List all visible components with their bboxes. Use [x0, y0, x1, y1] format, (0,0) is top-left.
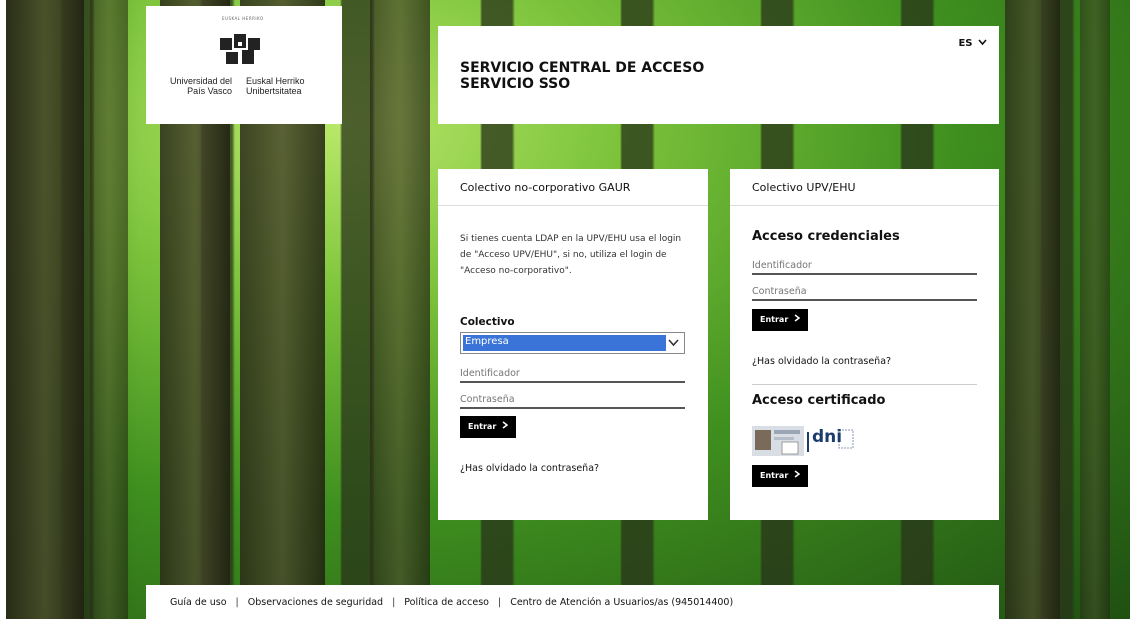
password-input[interactable]	[460, 391, 685, 409]
colectivo-selected-value: Empresa	[463, 335, 666, 351]
colectivo-label: Colectivo	[460, 316, 515, 328]
colectivo-select[interactable]: Empresa	[460, 332, 685, 354]
university-logo[interactable]: EUSKAL HERRIKO Universidad del País Vasc…	[146, 6, 342, 124]
background-trunk	[370, 0, 430, 619]
non-corporate-login-card: Colectivo no-corporativo GAUR Si tienes …	[438, 169, 708, 520]
certificate-title: Acceso certificado	[752, 393, 886, 408]
submit-button-label: Entrar	[760, 315, 789, 324]
divider	[752, 384, 977, 385]
password-input[interactable]	[752, 283, 977, 301]
page-title: SERVICIO CENTRAL DE ACCESO SERVICIO SSO	[460, 60, 704, 92]
dni-logo-text: dni	[812, 427, 843, 447]
language-label: ES	[958, 38, 973, 49]
submit-button[interactable]: Entrar	[752, 309, 809, 331]
page-title-line2: SERVICIO SSO	[460, 76, 571, 92]
footer-link-security[interactable]: Observaciones de seguridad	[248, 597, 383, 608]
upv-ehu-login-card: Colectivo UPV/EHU Acceso credenciales En…	[730, 169, 999, 520]
background-trunk	[1005, 0, 1060, 619]
logo-small-text: EUSKAL HERRIKO	[222, 16, 264, 21]
identifier-input[interactable]	[752, 257, 977, 275]
logo-text-spanish: Universidad del País Vasco	[169, 76, 232, 96]
submit-button-label: Entrar	[760, 471, 789, 480]
footer-link-guide[interactable]: Guía de uso	[170, 597, 227, 608]
forgot-password-link[interactable]: ¿Has olvidado la contraseña?	[460, 463, 599, 474]
page-footer: Guía de uso | Observaciones de seguridad | P…	[146, 585, 999, 619]
dni-card-icon: dni	[752, 422, 857, 456]
page-header: SERVICIO CENTRAL DE ACCESO SERVICIO SSO …	[438, 26, 999, 124]
footer-separator: |	[235, 597, 239, 608]
footer-link-access-policy[interactable]: Política de acceso	[404, 597, 489, 608]
chevron-right-icon	[502, 421, 509, 429]
chevron-down-icon	[978, 39, 987, 46]
certificate-submit-button[interactable]: Entrar	[752, 465, 809, 487]
background-trunk	[6, 0, 84, 619]
card-title: Colectivo UPV/EHU	[730, 169, 999, 206]
identifier-input[interactable]	[460, 365, 685, 383]
submit-button-label: Entrar	[468, 422, 497, 431]
credentials-title: Acceso credenciales	[752, 229, 900, 244]
university-emblem-icon	[220, 34, 260, 64]
language-selector[interactable]: ES	[958, 38, 987, 49]
login-info-text: Si tienes cuenta LDAP en la UPV/EHU usa …	[460, 234, 682, 276]
forgot-password-link[interactable]: ¿Has olvidado la contraseña?	[752, 356, 891, 367]
background-trunk	[1080, 0, 1110, 619]
submit-button[interactable]: Entrar	[460, 416, 517, 438]
chevron-right-icon	[794, 470, 801, 478]
footer-separator: |	[497, 597, 502, 608]
chevron-down-icon	[668, 339, 679, 347]
background-trunk	[90, 0, 128, 619]
footer-link-support-center[interactable]: Centro de Atención a Usuarios/as (945014…	[510, 597, 733, 608]
card-title: Colectivo no-corporativo GAUR	[438, 169, 708, 206]
logo-text-basque: Euskal Herriko Unibertsitatea	[246, 76, 305, 96]
page-title-line1: SERVICIO CENTRAL DE ACCESO	[460, 60, 705, 76]
footer-separator: |	[392, 597, 396, 608]
chevron-right-icon	[794, 314, 801, 322]
